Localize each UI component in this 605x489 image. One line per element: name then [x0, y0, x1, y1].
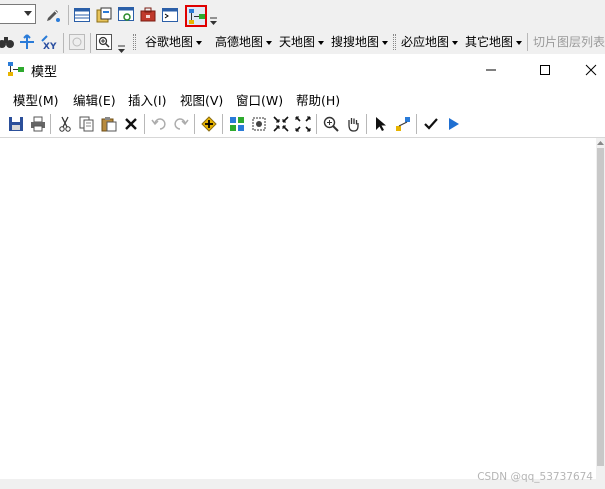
toolbar-separator [416, 114, 417, 134]
toolbar-grip[interactable] [393, 34, 396, 50]
chevron-down-icon [196, 40, 203, 45]
map-menu-other[interactable]: 其它地图 [465, 33, 523, 51]
pan-hand-icon[interactable] [344, 115, 362, 133]
menu-insert[interactable]: 插入(I) [128, 90, 166, 109]
copy-icon[interactable] [78, 115, 96, 133]
window-title: 模型 [31, 65, 58, 80]
map-menu-gaode[interactable]: 高德地图 [215, 33, 273, 51]
menu-model[interactable]: 模型(M) [13, 90, 59, 109]
run-icon[interactable] [444, 115, 462, 133]
window-titlebar[interactable]: 模型 [0, 54, 605, 85]
scroll-up-icon[interactable] [596, 139, 605, 147]
watermark: CSDN @qq_53737674 [477, 471, 593, 483]
map-menu-soso[interactable]: 搜搜地图 [331, 33, 389, 51]
model-builder-icon [7, 60, 25, 78]
toolbar-separator [222, 114, 223, 134]
model-builder-button-highlight[interactable] [185, 5, 207, 27]
zoom-in-icon[interactable] [322, 115, 340, 133]
map-menu-bing[interactable]: 必应地图 [401, 33, 459, 51]
search-window-icon[interactable] [117, 6, 135, 24]
standard-toolbar [0, 0, 605, 30]
binoculars-icon[interactable] [0, 33, 15, 51]
vertical-scroll-thumb[interactable] [597, 148, 604, 466]
zoom-out-fixed-icon[interactable] [294, 115, 312, 133]
edit-pencil-icon[interactable] [44, 6, 62, 24]
toolbar-grip[interactable] [133, 34, 136, 50]
toolbar-separator [68, 5, 69, 25]
undo-icon[interactable] [150, 115, 168, 133]
chevron-down-icon [382, 40, 389, 45]
add-data-icon[interactable] [200, 115, 218, 133]
chevron-down-icon [318, 40, 325, 45]
maximize-button[interactable] [522, 54, 568, 85]
toolbar-overflow-icon[interactable] [118, 43, 125, 53]
cut-icon[interactable] [56, 115, 74, 133]
redo-icon[interactable] [172, 115, 190, 133]
map-menu-google[interactable]: 谷歌地图 [145, 33, 203, 51]
save-icon[interactable] [7, 115, 25, 133]
minimize-icon [486, 69, 496, 70]
overview-window-icon[interactable] [95, 33, 113, 51]
chevron-down-icon [516, 40, 523, 45]
toolbar-separator [316, 114, 317, 134]
model-builder-icon [189, 9, 205, 24]
close-icon [585, 64, 597, 75]
python-window-icon[interactable] [161, 6, 179, 24]
menu-label: 天地图 [279, 35, 316, 49]
toolbar-separator [50, 114, 51, 134]
toolbar-overflow-icon[interactable] [210, 15, 217, 25]
tile-layer-list[interactable]: 切片图层列表 [533, 33, 605, 51]
catalog-icon[interactable] [95, 6, 113, 24]
auto-layout-icon[interactable] [228, 115, 246, 133]
maximize-icon [540, 64, 550, 75]
select-pointer-icon[interactable] [372, 115, 390, 133]
close-button[interactable] [568, 54, 605, 85]
print-icon[interactable] [29, 115, 47, 133]
chevron-down-icon [266, 40, 273, 45]
attribute-table-icon[interactable] [73, 6, 91, 24]
menu-edit[interactable]: 编辑(E) [73, 90, 116, 109]
toolbox-icon[interactable] [139, 6, 157, 24]
scale-combo[interactable] [0, 4, 36, 24]
toolbar-separator [144, 114, 145, 134]
map-menu-tianditu[interactable]: 天地图 [279, 33, 325, 51]
menu-view[interactable]: 视图(V) [180, 90, 223, 109]
menu-label: 搜搜地图 [331, 35, 380, 49]
menu-label: 其它地图 [465, 35, 514, 49]
chevron-down-icon [452, 40, 459, 45]
go-to-xy-icon[interactable]: XY [40, 33, 58, 51]
toolbar-separator [90, 33, 91, 53]
chevron-down-icon [24, 11, 32, 16]
vertical-scrollbar[interactable] [596, 138, 605, 482]
toolbar-separator [63, 33, 64, 53]
paste-icon[interactable] [100, 115, 118, 133]
model-window: 模型 模型(M) 编辑(E) 插入(I) 视图(V) 窗口(W) 帮助(H) C… [0, 54, 605, 489]
full-extent-icon[interactable] [250, 115, 268, 133]
minimize-button[interactable] [468, 54, 514, 85]
svg-text:XY: XY [43, 42, 57, 50]
delete-icon[interactable] [122, 115, 140, 133]
toolbar-separator [366, 114, 367, 134]
model-toolbar [0, 111, 605, 138]
validate-checkmark-icon[interactable] [422, 115, 440, 133]
model-canvas[interactable] [0, 138, 596, 478]
magnifier-window-icon[interactable] [68, 33, 86, 51]
toolbar-separator [194, 114, 195, 134]
go-to-xy-arrows-icon[interactable] [18, 33, 36, 51]
menu-help[interactable]: 帮助(H) [296, 90, 340, 109]
toolbar-separator [527, 33, 528, 51]
menu-label: 谷歌地图 [145, 35, 194, 49]
connect-icon[interactable] [394, 115, 412, 133]
menu-window[interactable]: 窗口(W) [236, 90, 283, 109]
zoom-in-fixed-icon[interactable] [272, 115, 290, 133]
menu-label: 必应地图 [401, 35, 450, 49]
menubar: 模型(M) 编辑(E) 插入(I) 视图(V) 窗口(W) 帮助(H) [0, 87, 605, 109]
menu-label: 高德地图 [215, 35, 264, 49]
